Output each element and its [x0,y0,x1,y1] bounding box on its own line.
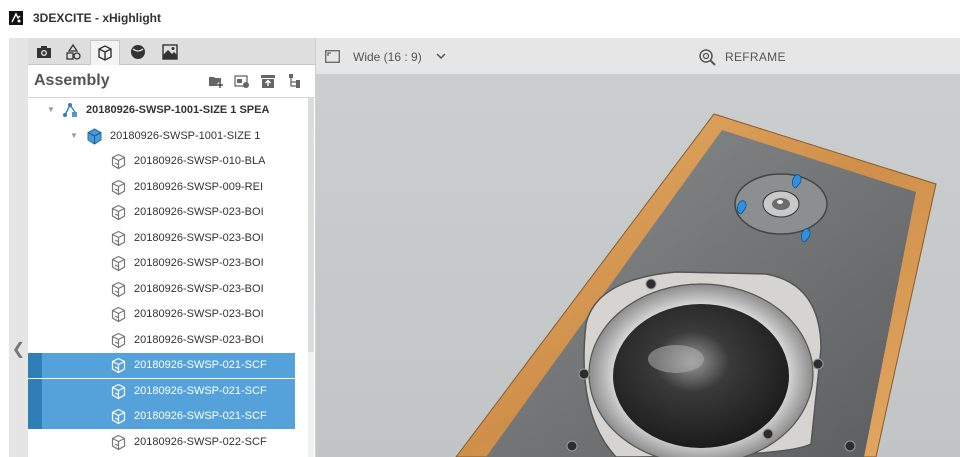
panel-title: Assembly [34,72,110,89]
environment-icon [162,44,178,60]
tree-row[interactable]: 20180926-SWSP-023-BOI [28,226,295,251]
tab-shapes[interactable] [59,41,87,63]
tree-row-label: 20180926-SWSP-023-BOI [134,283,264,295]
selection-marker [28,353,42,378]
expand-arrow-icon[interactable]: ▼ [47,106,55,114]
tree-scrollbar[interactable] [308,98,314,457]
tree-row-label: 20180926-SWSP-021-SCF [134,410,267,422]
tree-row[interactable]: 20180926-SWSP-023-BOI [28,200,295,225]
speaker-3d-model[interactable] [316,74,960,457]
blue-cube-icon [87,128,102,145]
import-icon[interactable] [260,73,276,89]
tree-row-label: 20180926-SWSP-023-BOI [134,308,264,320]
app-title: 3DEXCITE - xHighlight [33,11,162,25]
part-icon [111,153,126,170]
expand-arrow-icon[interactable]: ▼ [70,132,78,140]
tweeter[interactable] [734,173,828,235]
aspect-ratio-dropdown[interactable]: Wide (16 : 9) [353,50,422,64]
tree-row-label: 20180926-SWSP-009-REI [134,181,264,193]
reframe-button[interactable]: REFRAME [725,50,786,64]
tree-row[interactable]: 20180926-SWSP-010-BLA [28,149,295,174]
tree-row-selected[interactable]: 20180926-SWSP-021-SCF [28,353,295,378]
tree-row[interactable]: 20180926-SWSP-022-SCF [28,430,295,455]
tab-assembly[interactable] [90,40,120,65]
tree-row-label: 20180926-SWSP-021-SCF [134,385,267,397]
tab-camera[interactable] [30,41,58,63]
part-icon [111,434,126,451]
tree-row[interactable]: 20180926-SWSP-023-BOI [28,328,295,353]
shapes-icon [66,44,81,60]
tree-row[interactable]: 20180926-SWSP-023-BOI [28,251,295,276]
part-icon [111,255,126,272]
3dexcite-logo-icon [9,11,23,25]
aspect-ratio-icon[interactable] [325,50,340,63]
tree-row-label: 20180926-SWSP-023-BOI [134,334,264,346]
tree-row[interactable]: 20180926-SWSP-023-BOI [28,302,295,327]
left-gutter [0,38,9,457]
panel-tab-bar [28,38,315,65]
tree-row-label: 20180926-SWSP-010-BLA [134,155,266,167]
add-group-icon[interactable] [208,73,224,89]
title-bar: 3DEXCITE - xHighlight [0,0,960,38]
tree-row-label: 20180926-SWSP-1001-SIZE 1 [110,130,261,142]
viewport-toolbar: Wide (16 : 9) REFRAME [316,38,960,74]
selection-marker [28,379,42,404]
tab-environment[interactable] [156,41,184,63]
selection-marker [28,404,42,429]
assembly-root-icon [63,103,77,117]
tree-row-label: 20180926-SWSP-023-BOI [134,206,264,218]
assembly-tree: ▼ 20180926-SWSP-1001-SIZE 1 SPEA ▼ 20180926… [28,98,308,457]
part-icon [111,332,126,349]
tree-row-label: 20180926-SWSP-023-BOI [134,257,264,269]
collapse-chevron-left-icon[interactable]: ❮ [9,340,28,360]
panel-header: Assembly [28,65,315,98]
tree-row-label: 20180926-SWSP-021-SCF [134,359,267,371]
tree-row-selected[interactable]: 20180926-SWSP-021-SCF [28,379,295,404]
tab-materials[interactable] [124,41,152,63]
tree-scroll-thumb[interactable] [308,98,314,352]
part-icon [111,357,126,374]
chevron-down-icon[interactable] [436,52,446,60]
part-icon [111,383,126,400]
tree-row[interactable]: ▼ 20180926-SWSP-1001-SIZE 1 SPEA [28,98,295,123]
part-icon [111,230,126,247]
assembly-panel: Assembly ▼ 20180926-SWSP-1001-SIZE 1 SPEA… [28,38,316,457]
3d-viewport[interactable]: Wide (16 : 9) REFRAME [316,38,960,457]
tree-row-selected[interactable]: 20180926-SWSP-021-SCF [28,404,295,429]
part-icon [111,408,126,425]
part-icon [111,306,126,323]
tree-row[interactable]: 20180926-SWSP-023-BOI [28,277,295,302]
material-sphere-icon [131,45,145,59]
tree-row-label: 20180926-SWSP-1001-SIZE 1 SPEA [86,104,270,116]
collapse-panel-strip[interactable]: ❮ [9,38,28,457]
part-icon [111,204,126,221]
tree-row[interactable]: 20180926-SWSP-009-REI [28,175,295,200]
add-variant-icon[interactable] [234,73,250,89]
tree-row-label: 20180926-SWSP-023-BOI [134,232,264,244]
reframe-icon[interactable] [698,48,716,66]
part-icon [111,281,126,298]
woofer[interactable] [583,271,822,457]
tree-row[interactable]: ▼ 20180926-SWSP-1001-SIZE 1 [28,124,295,149]
camera-icon [37,46,51,58]
part-icon [111,179,126,196]
tree-structure-icon[interactable] [287,73,303,89]
cube-icon [98,45,112,61]
tree-row-label: 20180926-SWSP-022-SCF [134,436,267,448]
